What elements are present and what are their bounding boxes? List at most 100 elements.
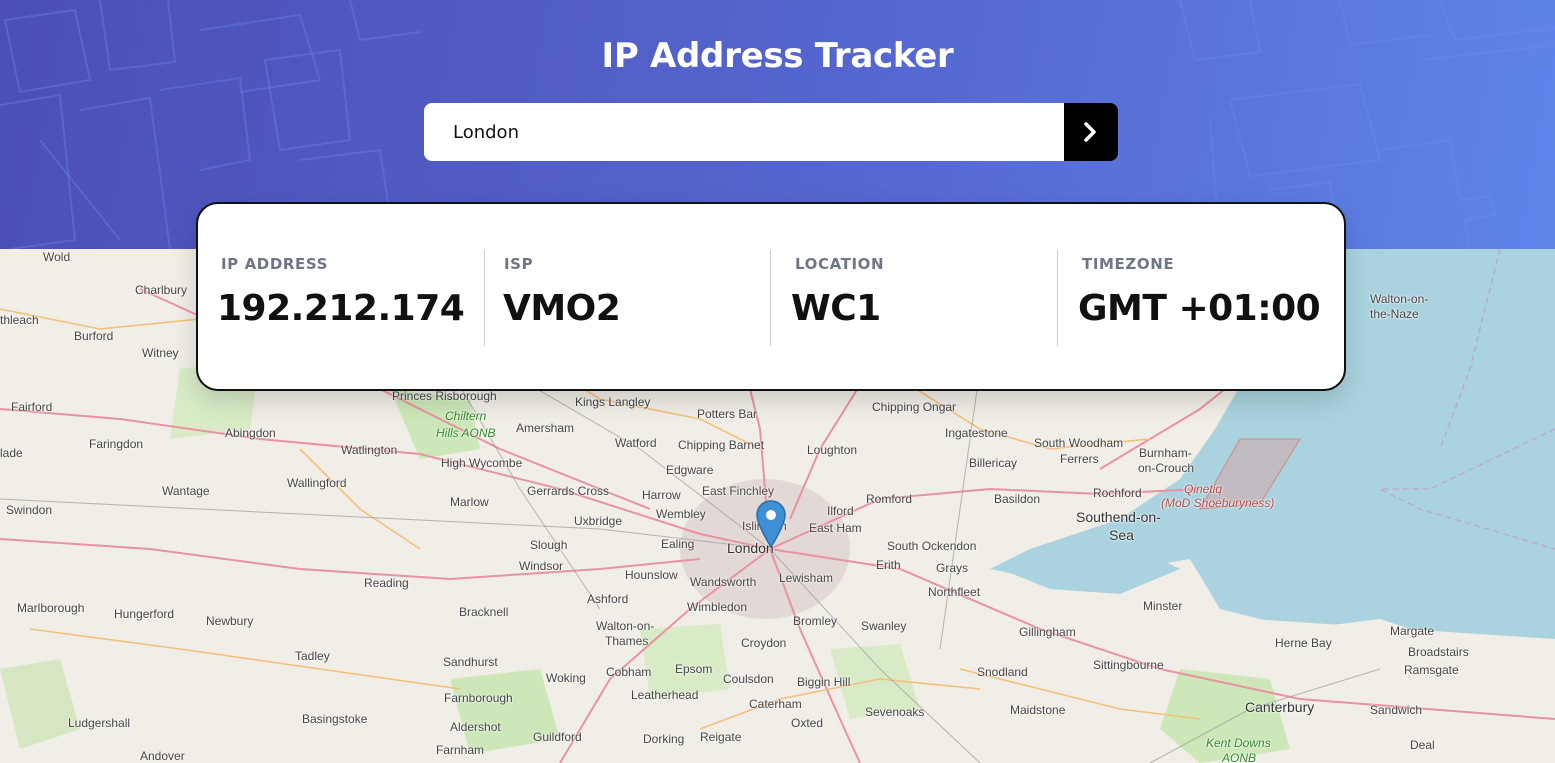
map-label: Reigate xyxy=(700,730,742,744)
map-label: Leatherhead xyxy=(631,688,699,702)
map-label: Qinetiq xyxy=(1184,482,1223,496)
map-label: Sevenoaks xyxy=(865,705,925,719)
map-label: Basildon xyxy=(994,492,1041,506)
map-label: Walton-on- xyxy=(596,619,655,633)
map-label: Billericay xyxy=(969,456,1018,470)
map-label: Marlborough xyxy=(17,601,85,615)
map-label: Dorking xyxy=(643,732,685,746)
map-label: Princes Risborough xyxy=(392,389,497,403)
map-label: Northfleet xyxy=(928,585,981,599)
map-label: Gerrards Cross xyxy=(527,484,610,498)
map-label: Chipping Barnet xyxy=(678,438,765,452)
isp-label: ISP xyxy=(504,255,534,273)
map-label: (MoD Shoeburyness) xyxy=(1161,496,1275,510)
map-label: Wandsworth xyxy=(690,575,757,589)
map-label: Cobham xyxy=(606,665,652,679)
map-label: Sittingbourne xyxy=(1093,658,1164,672)
map-label: Reading xyxy=(364,576,409,590)
search-input[interactable] xyxy=(424,103,1064,161)
map-label: Burnham- xyxy=(1139,446,1192,460)
chevron-right-icon xyxy=(1084,122,1096,142)
map-label: Ealing xyxy=(661,537,695,551)
map-label: Rochford xyxy=(1093,486,1142,500)
map-label: Sea xyxy=(1109,527,1134,543)
map-label: on-Crouch xyxy=(1138,461,1195,475)
map-label: Swanley xyxy=(861,619,907,633)
timezone-label: TIMEZONE xyxy=(1082,255,1175,273)
map-label: Epsom xyxy=(675,662,713,676)
map-label: Uxbridge xyxy=(574,514,623,528)
search-submit-button[interactable] xyxy=(1064,103,1118,161)
ip-address-value: 192.212.174 xyxy=(217,288,465,329)
map-label: Basingstoke xyxy=(302,712,368,726)
map-label: Kings Langley xyxy=(575,395,651,409)
map-label: Croydon xyxy=(741,636,787,650)
map-label: Lewisham xyxy=(779,571,834,585)
page-title: IP Address Tracker xyxy=(601,36,954,76)
map-label: Broadstairs xyxy=(1408,645,1469,659)
map-label: Wimbledon xyxy=(687,600,748,614)
map-label: Farnborough xyxy=(444,691,513,705)
map-label: Wembley xyxy=(656,507,706,521)
timezone-section: TIMEZONE GMT +01:00 xyxy=(1058,250,1344,346)
map-label: Farnham xyxy=(436,743,485,757)
map-label: High Wycombe xyxy=(441,456,523,470)
map-label: Chipping Ongar xyxy=(872,400,957,414)
map-label: Walton-on- xyxy=(1370,292,1429,306)
map-label: Caterham xyxy=(749,697,802,711)
isp-value: VMO2 xyxy=(503,288,621,329)
map-label: Coulsdon xyxy=(723,672,774,686)
timezone-value: GMT +01:00 xyxy=(1078,288,1321,329)
map-label: Maidstone xyxy=(1010,703,1066,717)
map-label: Erith xyxy=(876,558,901,572)
map-label: Sandhurst xyxy=(443,655,498,669)
map-label: Ilford xyxy=(827,504,854,518)
map-label: Fairford xyxy=(11,400,53,414)
map-label: Oxted xyxy=(791,716,824,730)
location-label: LOCATION xyxy=(795,255,885,273)
map-label: Ramsgate xyxy=(1404,663,1459,677)
map-label: Newbury xyxy=(206,614,254,628)
map-label: Margate xyxy=(1390,624,1435,638)
map-label: Edgware xyxy=(666,463,714,477)
map-label: Thames xyxy=(605,634,649,648)
map-label: Burford xyxy=(74,329,114,343)
map-marker-icon[interactable] xyxy=(756,500,786,548)
map-label: the-Naze xyxy=(1370,307,1419,321)
map-label: Ferrers xyxy=(1060,452,1099,466)
location-section: LOCATION WC1 xyxy=(771,250,1057,346)
map-label: Hounslow xyxy=(625,568,678,582)
map-label: Slough xyxy=(530,538,568,552)
map-label: Windsor xyxy=(519,559,564,573)
ip-address-section: IP ADDRESS 192.212.174 xyxy=(198,250,484,346)
ip-address-label: IP ADDRESS xyxy=(221,255,329,273)
map-label: Potters Bar xyxy=(697,407,758,421)
map-label: East Finchley xyxy=(702,484,775,498)
map-label: Wantage xyxy=(162,484,210,498)
map-label: Hungerford xyxy=(114,607,175,621)
map-label: Gillingham xyxy=(1019,625,1076,639)
map-label: thleach xyxy=(0,313,39,327)
map-label: Canterbury xyxy=(1245,699,1315,715)
map-label: Biggin Hill xyxy=(797,675,851,689)
map-label: Minster xyxy=(1143,599,1183,613)
map-label: Watlington xyxy=(341,443,398,457)
map-label: Ashford xyxy=(587,592,629,606)
map-label: Bracknell xyxy=(459,605,509,619)
map-label: South Ockendon xyxy=(887,539,977,553)
map-label: Deal xyxy=(1410,738,1435,752)
map-label: Andover xyxy=(140,749,185,763)
map-label: Snodland xyxy=(977,665,1028,679)
map-label: Ingatestone xyxy=(945,426,1008,440)
map-label: Harrow xyxy=(642,488,681,502)
map-label: Loughton xyxy=(807,443,858,457)
map-label: Bromley xyxy=(793,614,838,628)
map-label: Marlow xyxy=(450,495,489,509)
map-label: Wallingford xyxy=(287,476,347,490)
map-label: Charlbury xyxy=(135,283,188,297)
map-label: South Woodham xyxy=(1034,436,1124,450)
map-label: Tadley xyxy=(295,649,330,663)
map-label: Witney xyxy=(142,346,179,360)
ip-info-card: IP ADDRESS 192.212.174 ISP VMO2 LOCATION… xyxy=(196,202,1346,391)
map-label: lade xyxy=(0,446,23,460)
